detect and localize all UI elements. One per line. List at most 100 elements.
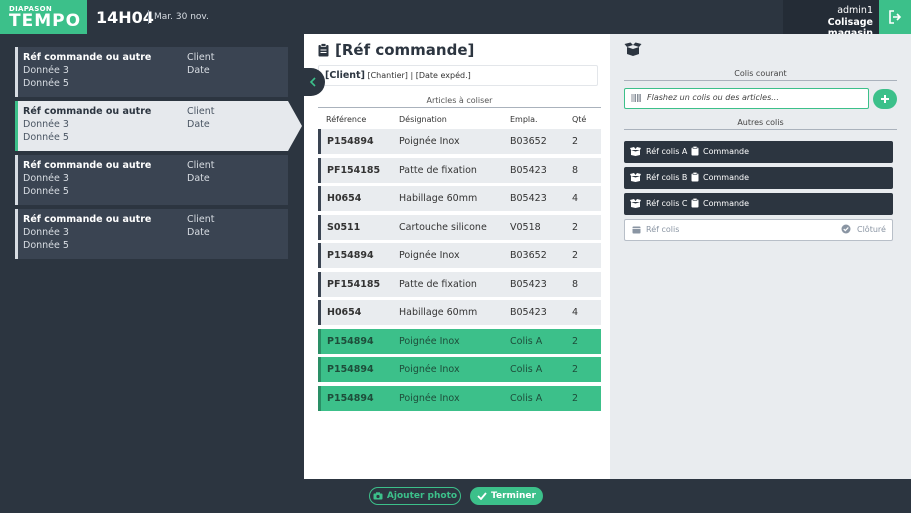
article-qte: 2 xyxy=(572,393,579,404)
logout-icon xyxy=(889,10,902,24)
order-card[interactable]: Réf commande ou autre Donnée 3 Donnée 5 … xyxy=(15,155,288,205)
article-ref: S0511 xyxy=(327,222,361,233)
order-card[interactable]: Réf commande ou autre Donnée 3 Donnée 5 … xyxy=(15,47,288,97)
order-chantier: [Chantier] xyxy=(367,71,408,80)
column-header-qte: Qté xyxy=(572,115,587,124)
article-ref: H0654 xyxy=(327,193,362,204)
article-row[interactable]: H0654 Habillage 60mm B05423 4 xyxy=(318,186,601,211)
article-row[interactable]: PF154185 Patte de fixation B05423 8 xyxy=(318,272,601,297)
colis-commande: Commande xyxy=(703,147,750,156)
article-empla: B03652 xyxy=(510,136,547,147)
article-qte: 4 xyxy=(572,193,579,204)
order-client: Client xyxy=(187,160,215,171)
order-data5: Donnée 5 xyxy=(23,186,69,197)
article-ref: P154894 xyxy=(327,364,374,375)
article-designation: Patte de fixation xyxy=(399,279,477,290)
current-colis-label: Colis courant xyxy=(624,69,897,81)
logout-button[interactable] xyxy=(879,0,911,34)
article-empla: B05423 xyxy=(510,307,547,318)
article-row[interactable]: PF154185 Patte de fixation B05423 8 xyxy=(318,158,601,183)
colis-ref-placeholder: Réf colis xyxy=(646,225,680,234)
article-ref: H0654 xyxy=(327,307,362,318)
new-colis-field[interactable]: Réf colis Clôturé xyxy=(624,219,893,241)
order-date: Date xyxy=(187,227,210,238)
article-row[interactable]: H0654 Habillage 60mm B05423 4 xyxy=(318,300,601,325)
article-row[interactable]: P154894 Poignée Inox B03652 2 xyxy=(318,129,601,154)
colis-item[interactable]: Réf colis B Commande xyxy=(624,167,893,189)
order-data3: Donnée 3 xyxy=(23,227,69,238)
add-colis-button[interactable] xyxy=(873,89,897,109)
box-icon xyxy=(630,147,641,156)
top-bar: DIAPASON TEMPO 14H04 Mar. 30 nov. admin1… xyxy=(0,0,911,39)
article-qte: 2 xyxy=(572,364,579,375)
scan-placeholder: Flashez un colis ou des articles... xyxy=(647,93,779,102)
article-designation: Poignée Inox xyxy=(399,250,460,261)
username: admin1 xyxy=(837,5,873,16)
colis-ref: Réf colis A xyxy=(646,147,688,156)
article-empla: B03652 xyxy=(510,250,547,261)
order-info-bar: [Client] [Chantier] | [Date expéd.] xyxy=(318,65,598,86)
orders-panel: Réf commande ou autre Donnée 3 Donnée 5 … xyxy=(0,34,304,479)
column-header-ref: Référence xyxy=(326,115,367,124)
article-row-packed[interactable]: P154894 Poignée Inox Colis A 2 xyxy=(318,386,601,411)
order-detail-panel: [Réf commande] [Client] [Chantier] | [Da… xyxy=(304,34,610,479)
article-row-packed[interactable]: P154894 Poignée Inox Colis A 2 xyxy=(318,357,601,382)
check-circle-icon xyxy=(841,224,851,234)
plus-icon xyxy=(881,95,889,103)
article-ref: PF154185 xyxy=(327,279,381,290)
page-title: [Réf commande] xyxy=(318,41,474,59)
articles-section-label: Articles à coliser xyxy=(318,96,601,108)
scan-input[interactable]: Flashez un colis ou des articles... xyxy=(624,88,869,109)
article-empla: B05423 xyxy=(510,279,547,290)
colis-ref: Réf colis B xyxy=(646,173,688,182)
article-designation: Patte de fixation xyxy=(399,165,477,176)
colis-panel: Colis courant Flashez un colis ou des ar… xyxy=(610,34,911,479)
barcode-icon xyxy=(631,94,641,102)
box-icon xyxy=(630,199,641,208)
finish-button[interactable]: Terminer xyxy=(470,487,543,505)
article-row[interactable]: S0511 Cartouche silicone V0518 2 xyxy=(318,215,601,240)
info-separator: | xyxy=(410,71,414,80)
colis-item[interactable]: Réf colis C Commande xyxy=(624,193,893,215)
clock-time: 14H04 xyxy=(96,8,154,27)
article-designation: Poignée Inox xyxy=(399,336,460,347)
article-designation: Poignée Inox xyxy=(399,393,460,404)
article-designation: Cartouche silicone xyxy=(399,222,487,233)
colis-item[interactable]: Réf colis A Commande xyxy=(624,141,893,163)
header-divider xyxy=(148,10,149,24)
clipboard-icon xyxy=(691,146,699,156)
logo-product: TEMPO xyxy=(9,11,82,31)
clipboard-icon xyxy=(318,43,329,57)
box-icon xyxy=(630,173,641,182)
article-row[interactable]: P154894 Poignée Inox B03652 2 xyxy=(318,243,601,268)
order-data5: Donnée 5 xyxy=(23,240,69,251)
order-date: Date xyxy=(187,65,210,76)
order-ref: Réf commande ou autre xyxy=(23,214,152,225)
article-qte: 2 xyxy=(572,136,579,147)
calendar-icon xyxy=(632,226,641,234)
article-designation: Poignée Inox xyxy=(399,136,460,147)
article-empla: V0518 xyxy=(510,222,541,233)
article-designation: Poignée Inox xyxy=(399,364,460,375)
add-photo-button[interactable]: Ajouter photo xyxy=(369,487,461,505)
column-header-designation: Désignation xyxy=(399,115,447,124)
finish-label: Terminer xyxy=(491,491,536,501)
colis-commande: Commande xyxy=(703,199,750,208)
article-empla: Colis A xyxy=(510,364,543,375)
current-date: Mar. 30 nov. xyxy=(154,12,209,22)
order-client: [Client] xyxy=(325,70,365,81)
article-row-packed[interactable]: P154894 Poignée Inox Colis A 2 xyxy=(318,329,601,354)
order-data3: Donnée 3 xyxy=(23,119,69,130)
order-card[interactable]: Réf commande ou autre Donnée 3 Donnée 5 … xyxy=(15,209,288,259)
column-header-empla: Empla. xyxy=(510,115,538,124)
order-card-selected[interactable]: Réf commande ou autre Donnée 3 Donnée 5 … xyxy=(15,101,302,151)
order-title: [Réf commande] xyxy=(335,41,475,59)
article-qte: 2 xyxy=(572,250,579,261)
order-client: Client xyxy=(187,106,215,117)
order-date: Date xyxy=(187,119,210,130)
app-logo: DIAPASON TEMPO xyxy=(0,0,87,34)
article-ref: P154894 xyxy=(327,336,374,347)
article-ref: P154894 xyxy=(327,136,374,147)
clipboard-icon xyxy=(691,198,699,208)
order-ref: Réf commande ou autre xyxy=(23,160,152,171)
